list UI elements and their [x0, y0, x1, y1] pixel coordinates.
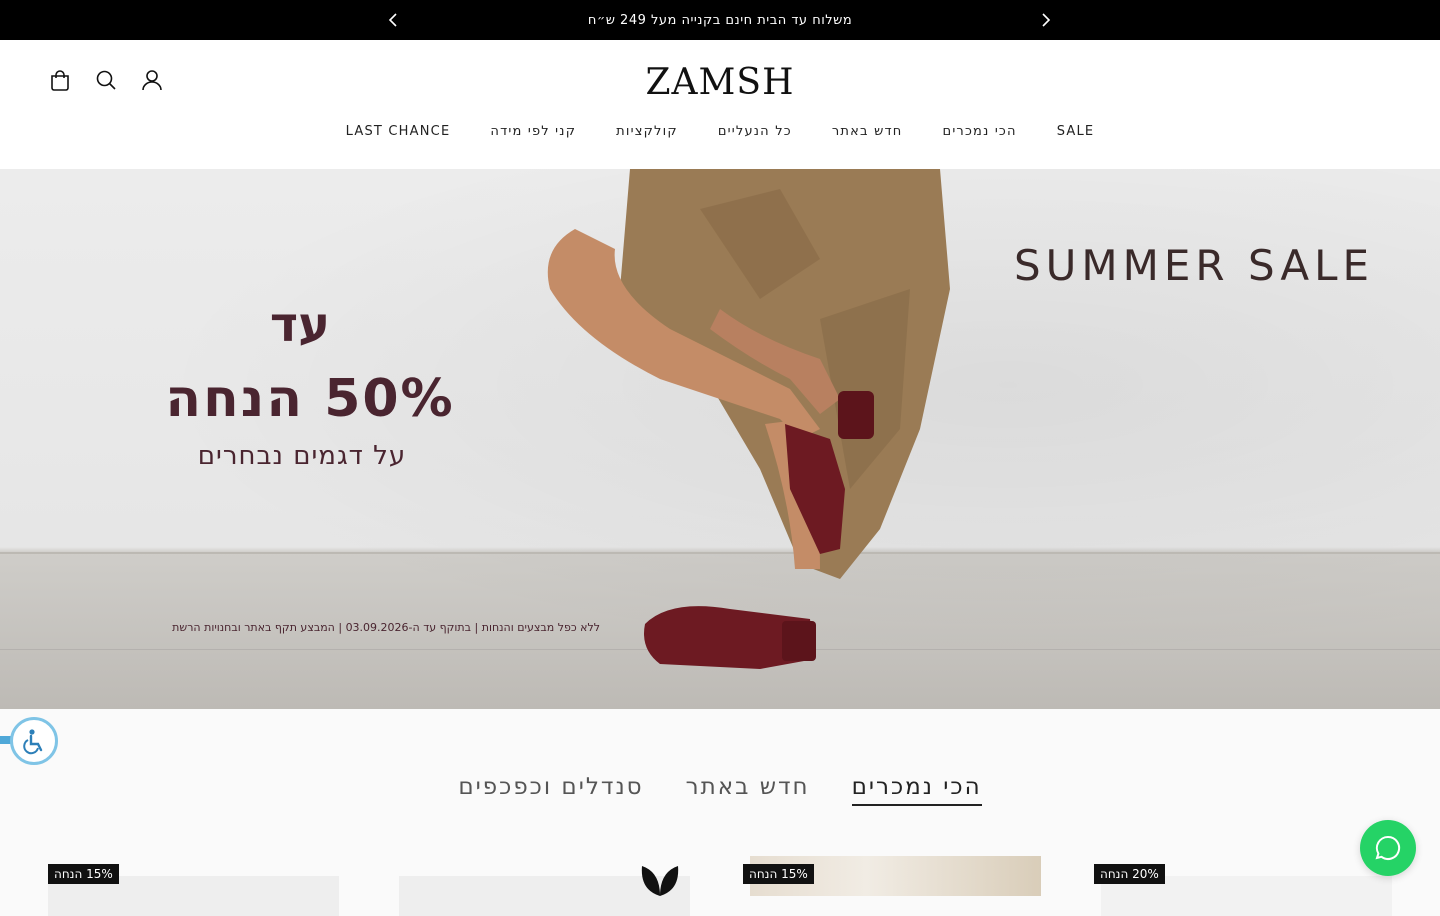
announcement-prev-button[interactable]: [383, 10, 403, 30]
accessibility-button[interactable]: [10, 717, 58, 765]
discount-badge: 20% הנחה: [1094, 864, 1165, 884]
search-icon: [96, 70, 116, 90]
promo-line-2: 50% הנחה: [165, 369, 455, 429]
logo-text: ZAMSH: [645, 61, 795, 103]
hero-banner[interactable]: SUMMER SALE עד 50% הנחה על דגמים נבחרים …: [0, 169, 1440, 709]
product-grid: 15% הנחה 15% הנחה 20% הנחה: [48, 856, 1392, 916]
nav-item-best-sellers[interactable]: הכי נמכרים: [943, 124, 1017, 139]
chat-button[interactable]: [1360, 820, 1416, 876]
tab-sandals[interactable]: סנדלים וכפכפים: [458, 774, 643, 806]
hero-headline: SUMMER SALE: [1014, 241, 1375, 290]
main-nav: SALE הכי נמכרים חדש באתר כל הנעליים קולק…: [0, 124, 1440, 139]
collection-tabs: הכי נמכרים חדש באתר סנדלים וכפכפים: [0, 774, 1440, 806]
nav-item-shop-by-size[interactable]: קני לפי מידה: [490, 124, 576, 139]
tab-best-sellers[interactable]: הכי נמכרים: [851, 774, 982, 806]
promo-line-3: על דגמים נבחרים: [197, 441, 407, 471]
accessibility-icon: [23, 729, 43, 755]
announcement-bar: משלוח עד הבית חינם בקנייה מעל 249 ש״ח: [0, 0, 1440, 40]
leaf-icon: [641, 866, 679, 896]
chat-icon: [1375, 835, 1401, 860]
account-button[interactable]: [140, 68, 164, 92]
promo-fine-print: ללא כפל מבצעים והנחות | בתוקף עד ה-03.09…: [172, 621, 600, 634]
nav-item-new[interactable]: חדש באתר: [832, 124, 903, 139]
discount-badge: 15% הנחה: [48, 864, 119, 884]
header-icons: [48, 68, 164, 92]
brand-logo[interactable]: ZAMSH: [646, 62, 794, 103]
bag-icon: [51, 70, 69, 91]
user-icon: [142, 70, 162, 91]
tab-new-arrivals[interactable]: חדש באתר: [686, 774, 810, 806]
search-button[interactable]: [94, 68, 118, 92]
discount-badge: 15% הנחה: [743, 864, 814, 884]
chevron-left-icon: [388, 13, 397, 27]
announcement-next-button[interactable]: [1036, 10, 1056, 30]
nav-item-sale[interactable]: SALE: [1057, 124, 1095, 139]
site-header: ZAMSH SALE הכי נמכרים חדש באתר כל הנעליי…: [0, 40, 1440, 169]
announcement-text: משלוח עד הבית חינם בקנייה מעל 249 ש״ח: [587, 12, 853, 28]
promo-line-1: עד: [269, 297, 331, 353]
chevron-right-icon: [1042, 13, 1051, 27]
nav-item-collections[interactable]: קולקציות: [616, 124, 678, 139]
nav-item-last-chance[interactable]: LAST CHANCE: [346, 124, 451, 139]
cart-button[interactable]: [48, 68, 72, 92]
nav-item-all-shoes[interactable]: כל הנעליים: [718, 124, 792, 139]
